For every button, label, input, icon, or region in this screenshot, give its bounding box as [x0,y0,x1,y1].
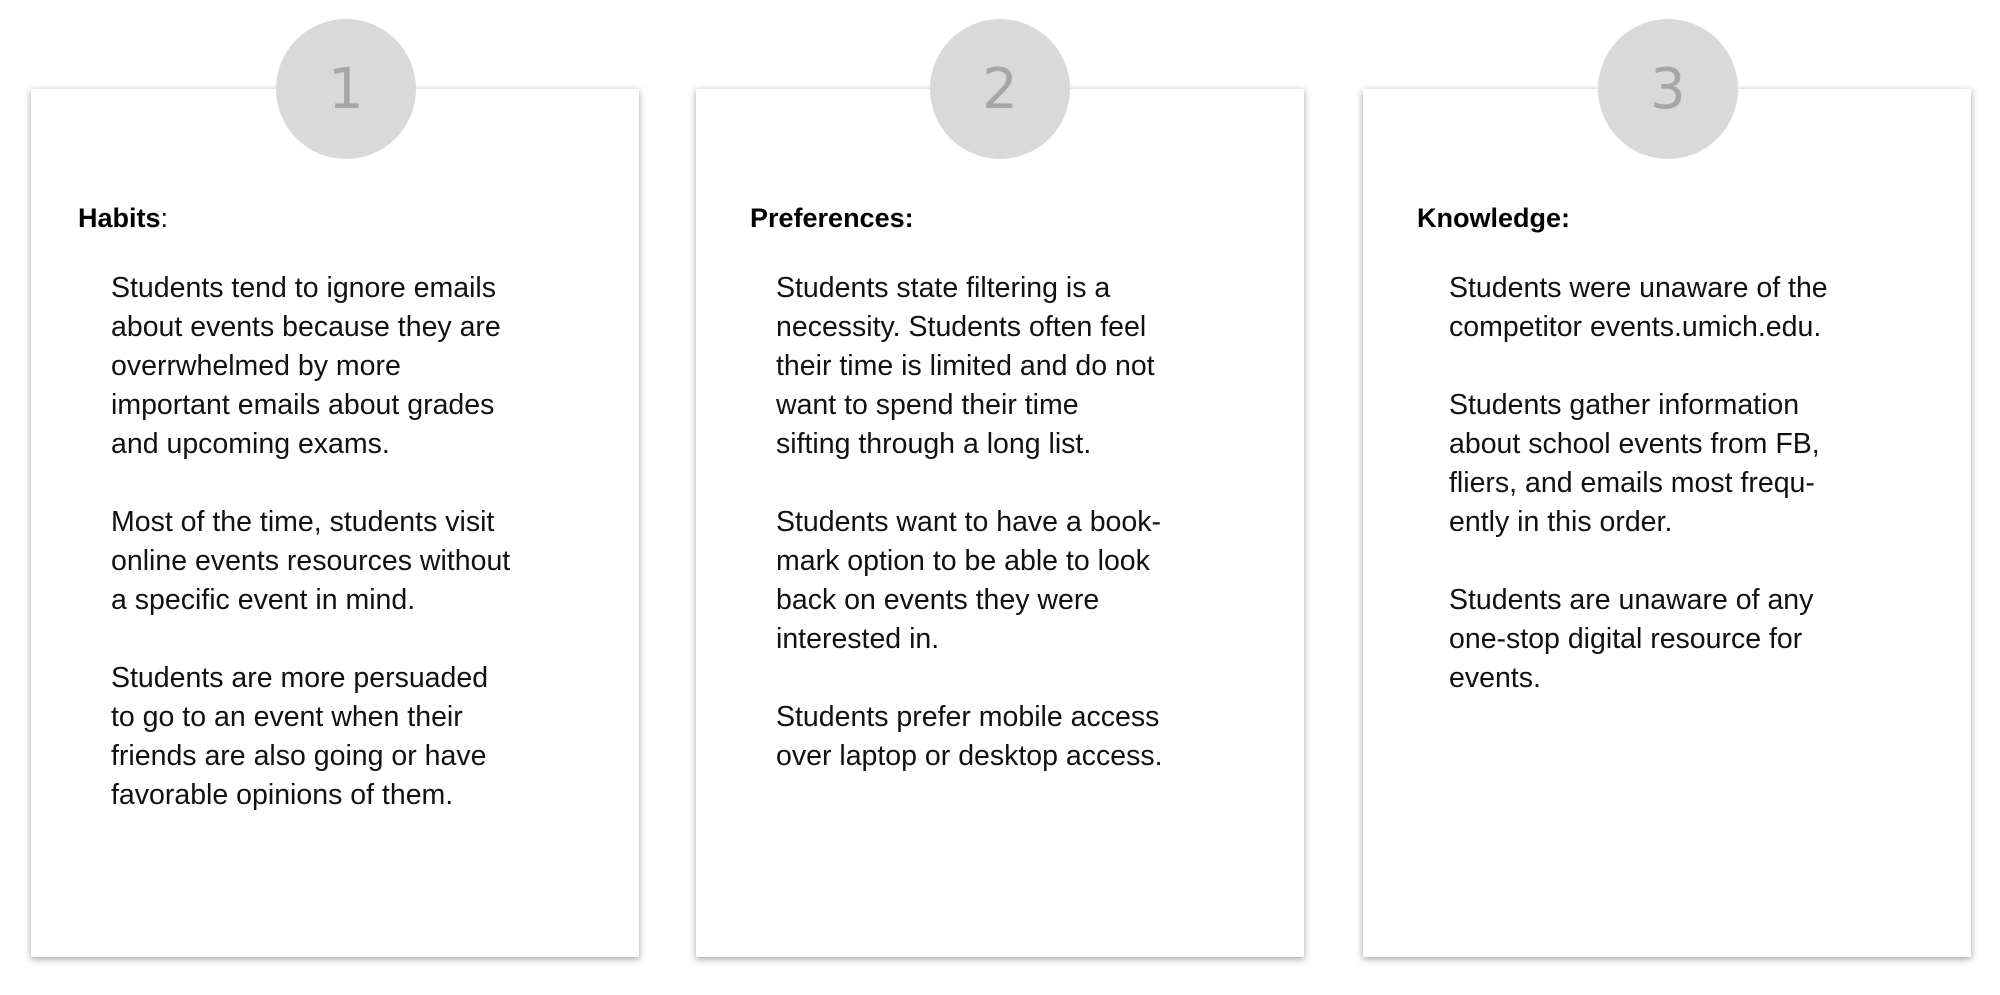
step-number-badge: 3 [1598,19,1738,159]
finding-item: Students were unaware of the competitor … [1449,272,1828,343]
finding-item: Students want to have a book- mark optio… [776,506,1162,655]
finding-item: Most of the time, students visit online … [111,506,511,616]
finding-item: Students are more persuaded to go to an … [111,662,489,811]
card-heading-label: Habits [78,203,161,233]
step-number-badge: 2 [930,19,1070,159]
card-heading-label: Preferences: [750,203,914,233]
finding-list: Students were unaware of the competitor … [1449,269,1828,737]
card-heading-label: Knowledge: [1417,203,1570,233]
card-heading: Knowledge: [1417,201,1570,235]
card-knowledge: 3 Knowledge: Students were unaware of th… [1363,19,1971,957]
card-preferences: 2 Preferences: Students state filtering … [696,19,1304,957]
card-heading: Habits: [78,201,168,235]
finding-item: Students prefer mobile access over lapto… [776,701,1163,772]
finding-list: Students tend to ignore emails about eve… [111,269,510,854]
step-number-badge: 1 [276,19,416,159]
finding-item: Students gather information about school… [1449,389,1820,538]
finding-item: Students state filtering is a necessity.… [776,272,1155,460]
finding-item: Students tend to ignore emails about eve… [111,272,501,460]
card-habits: 1 Habits: Students tend to ignore emails… [31,19,639,957]
finding-list: Students state filtering is a necessity.… [776,269,1163,815]
card-heading-colon: : [160,203,169,233]
finding-item: Students are unaware of any one-stop dig… [1449,584,1814,694]
card-heading: Preferences: [750,201,914,235]
